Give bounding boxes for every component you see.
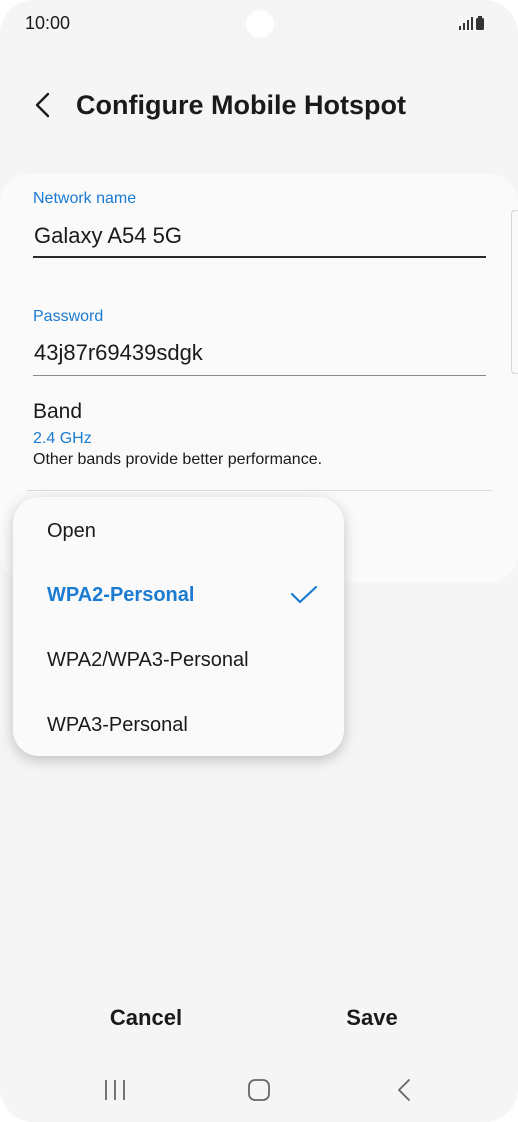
security-dropdown-menu: Open WPA2-Personal WPA2/WPA3-Personal WP… [13, 497, 344, 756]
home-icon[interactable] [239, 1070, 279, 1110]
password-input[interactable]: 43j87r69439sdgk [34, 340, 203, 366]
cancel-button[interactable]: Cancel [66, 1005, 226, 1031]
network-name-label: Network name [33, 190, 137, 207]
option-label: Open [47, 520, 96, 542]
status-icons [459, 16, 484, 30]
scrollbar[interactable] [511, 210, 518, 374]
status-time: 10:00 [25, 13, 71, 33]
security-option-wpa2-wpa3-personal[interactable]: WPA2/WPA3-Personal [13, 628, 344, 692]
recents-icon[interactable] [95, 1070, 135, 1110]
signal-icon [459, 17, 473, 30]
band-label: Band [33, 400, 83, 423]
option-label: WPA2/WPA3-Personal [47, 649, 249, 671]
checkmark-icon [290, 585, 318, 604]
chevron-left-icon[interactable] [28, 88, 58, 122]
password-underline [33, 375, 486, 376]
page-title: Configure Mobile Hotspot [76, 90, 406, 120]
save-button[interactable]: Save [292, 1005, 452, 1031]
back-icon[interactable] [385, 1070, 425, 1110]
network-name-underline [33, 256, 486, 258]
security-option-wpa2-personal[interactable]: WPA2-Personal [13, 563, 344, 627]
band-value: 2.4 GHz [33, 430, 92, 447]
status-bar: 10:00 [0, 0, 518, 46]
network-name-input[interactable]: Galaxy A54 5G [34, 223, 182, 249]
camera-cutout [246, 10, 274, 38]
divider [27, 490, 492, 491]
security-option-wpa3-personal[interactable]: WPA3-Personal [13, 693, 344, 757]
battery-icon [476, 16, 484, 30]
option-label: WPA3-Personal [47, 714, 188, 736]
band-description: Other bands provide better performance. [33, 451, 323, 468]
app-header: Configure Mobile Hotspot [0, 84, 518, 128]
password-label: Password [33, 308, 104, 325]
security-option-open[interactable]: Open [13, 499, 344, 563]
option-label: WPA2-Personal [47, 584, 195, 606]
phone-screen: 10:00 Configure Mobile Hotspot Network n… [0, 0, 518, 1122]
